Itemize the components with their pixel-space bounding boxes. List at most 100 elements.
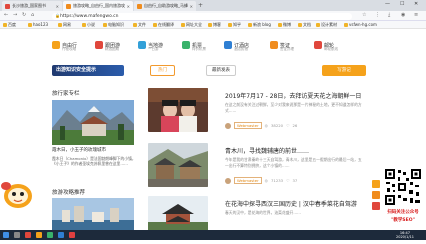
bookmark-item[interactable]: 小说 xyxy=(82,22,95,28)
app-icon[interactable] xyxy=(58,232,64,238)
nav-item-cruise[interactable]: 邮轮 邮轮航线 xyxy=(314,41,338,51)
close-tab-icon[interactable]: ✕ xyxy=(127,4,130,9)
browser-tab[interactable]: 长沙旅游_国家图书 ✕ xyxy=(2,1,62,11)
folder-icon[interactable] xyxy=(36,232,42,238)
article-card[interactable]: 青木川，寻找魏辅唐的前世…… 今年是我的甘肃秦岭十三天自驾游，青木川，这里是五一… xyxy=(148,143,370,191)
browser-tab-active[interactable]: 旅游攻略_自由行_国内旅游攻略大全_马蜂窝 ✕ xyxy=(63,1,133,11)
bookmark-star-icon[interactable]: ☆ xyxy=(362,12,366,18)
download-icon[interactable]: ⤓ xyxy=(388,12,390,18)
menu-icon[interactable]: ≡ xyxy=(414,12,418,18)
author-name[interactable]: Webmaster xyxy=(234,177,262,184)
nav-item-visa[interactable]: 签证 签证办理 xyxy=(270,41,294,51)
tab-title: 旅游攻略_自由行_国内旅游攻略大全_马蜂窝 xyxy=(73,3,125,8)
bookmark-item[interactable]: 网易 xyxy=(58,22,71,28)
bookmark-item[interactable]: 网址大全 xyxy=(181,22,202,28)
bookmark-item[interactable]: 新浪 blog xyxy=(248,22,271,28)
write-travelogue-button[interactable]: 写游记 xyxy=(322,65,366,76)
avatar[interactable] xyxy=(225,177,231,184)
start-menu-icon[interactable] xyxy=(3,232,9,238)
close-window-icon[interactable]: ✕ xyxy=(414,1,418,7)
article-title[interactable]: 2019年7月17 - 28日，去拜访夏天花之海朝鲜一日 xyxy=(225,91,361,100)
side-share-button[interactable] xyxy=(372,180,380,188)
folder-icon xyxy=(153,23,157,27)
local-tour-icon xyxy=(138,41,146,49)
safety-tips-banner[interactable]: 出游知识安全提示 xyxy=(52,65,124,76)
bookmark-item[interactable]: 知乎 xyxy=(228,22,241,28)
article-title[interactable]: 在花海中探寻西汉三国历史 | 汉中春季菜花自驾游 xyxy=(225,199,357,208)
bookmark-item[interactable]: 电脑知识 xyxy=(103,22,124,28)
mascot-character[interactable] xyxy=(0,178,36,210)
author-name[interactable]: Webmaster xyxy=(234,122,262,129)
avatar[interactable] xyxy=(225,122,231,129)
app-icon[interactable] xyxy=(25,232,31,238)
bookmark-item[interactable]: 文档 xyxy=(298,22,311,28)
bookmark-item[interactable]: 在线翻译 xyxy=(153,22,174,28)
reload-icon[interactable]: ↻ xyxy=(22,12,26,18)
nav-item-group-tour[interactable]: 跟团游 精选团期 xyxy=(95,41,120,51)
bookmark-item[interactable]: 百度 xyxy=(3,22,16,28)
bookmarks-bar: 百度 hao123 网易 小说 电脑知识 文件 在线翻译 网址大全 博客 知乎 … xyxy=(0,21,426,29)
side-feedback-button[interactable] xyxy=(372,191,380,199)
home-icon[interactable]: ⌂ xyxy=(31,12,34,18)
bookmark-item[interactable]: 博客 xyxy=(208,22,221,28)
new-tab-icon[interactable]: + xyxy=(198,2,203,9)
qr-caption-line2: "教学SEO" xyxy=(391,218,415,223)
cruise-icon xyxy=(314,41,322,49)
account-icon[interactable]: ◉ xyxy=(401,12,405,18)
address-bar-row: ← → ↻ ⌂ https://www.mafengwo.cn 🔒 ☆ ⋮ ⤓ … xyxy=(0,11,426,21)
qr-code-panel: 扫码关注公众号 "教学SEO" xyxy=(380,165,426,240)
extensions-icon[interactable]: ⋮ xyxy=(375,12,380,18)
folder-icon xyxy=(3,23,7,27)
views-icon: ◎ xyxy=(264,123,268,128)
like-icon: ♡ xyxy=(286,123,290,128)
nav-item-hotels[interactable]: 订酒店 酒店民宿 xyxy=(224,41,249,51)
folder-icon xyxy=(133,23,137,27)
nav-item-flights[interactable]: 机票 特价机票 xyxy=(182,41,206,51)
latest-tab[interactable]: 最新发表 xyxy=(206,65,236,76)
folder-icon xyxy=(58,23,62,27)
forward-icon[interactable]: → xyxy=(13,12,17,18)
tab-favicon-icon xyxy=(66,3,71,9)
columnist-caption[interactable]: 霞木日，小玉子的玫瑰城市 xyxy=(52,148,136,153)
columnist-cover-image[interactable] xyxy=(52,100,134,145)
views-count: 71233 xyxy=(271,178,284,183)
folder-icon xyxy=(181,23,185,27)
old-town-picture xyxy=(148,143,208,187)
browser-icon[interactable] xyxy=(47,232,53,238)
close-tab-icon[interactable]: ✕ xyxy=(56,4,59,9)
columnist-description: 霞木日（Chamonix）是法国勃朗峰脚下的小镇，《小王子》的作者圣埃克苏佩里曾… xyxy=(52,156,136,166)
qr-code-icon[interactable] xyxy=(384,168,422,206)
bookmark-item[interactable]: 文件 xyxy=(133,22,146,28)
browser-tab[interactable]: 自由行_自助游攻略_马蜂窝 ✕ xyxy=(134,1,196,11)
article-title[interactable]: 青木川，寻找魏辅唐的前世…… xyxy=(225,146,309,155)
article-thumbnail[interactable] xyxy=(148,143,208,187)
nav-item-free-travel[interactable]: 自由行 行程攻略 xyxy=(52,41,77,51)
maximize-icon[interactable]: ☐ xyxy=(400,1,404,7)
clock-date: 2020/1/11 xyxy=(396,235,414,239)
close-tab-icon[interactable]: ✕ xyxy=(190,4,193,9)
qr-caption-line1: 扫码关注公众号 xyxy=(387,210,419,215)
article-meta: Webmaster ◎ 71233 ♡ 37 xyxy=(225,177,297,184)
taskbar-clock[interactable]: 16:47 2020/1/11 xyxy=(396,231,414,239)
url-input[interactable]: https://www.mafengwo.cn xyxy=(52,12,352,20)
hot-tab[interactable]: 热门 xyxy=(150,65,175,76)
nav-item-local-tour[interactable]: 当地游 一日游 xyxy=(138,41,163,51)
section-title-columnist: 旅行家专栏 xyxy=(52,91,80,97)
korean-costume-picture xyxy=(148,88,208,132)
side-toolbar xyxy=(372,180,380,210)
article-description: 在这之前没有关注过朝鲜，至少对我来说那是一片神秘的土地，更不知道怎样的方式…… xyxy=(225,102,362,113)
bookmark-item[interactable]: 设计素材 xyxy=(316,22,337,28)
bookmark-item[interactable]: vsfwn-hg.com xyxy=(344,22,377,27)
article-thumbnail[interactable] xyxy=(148,88,208,132)
article-card[interactable]: 2019年7月17 - 28日，去拜访夏天花之海朝鲜一日 在这之前没有关注过朝鲜… xyxy=(148,88,370,136)
search-icon[interactable] xyxy=(14,232,20,238)
back-icon[interactable]: ← xyxy=(4,12,8,18)
bookmark-item[interactable]: 微博 xyxy=(278,22,291,28)
lock-icon: 🔒 xyxy=(55,13,60,18)
back-to-top-button[interactable] xyxy=(372,202,380,210)
app-icon[interactable] xyxy=(69,232,75,238)
bookmark-item[interactable]: hao123 xyxy=(28,22,48,27)
likes-count: 37 xyxy=(292,178,298,183)
minimize-icon[interactable]: — xyxy=(385,1,390,7)
tab-title: 长沙旅游_国家图书 xyxy=(12,3,46,8)
